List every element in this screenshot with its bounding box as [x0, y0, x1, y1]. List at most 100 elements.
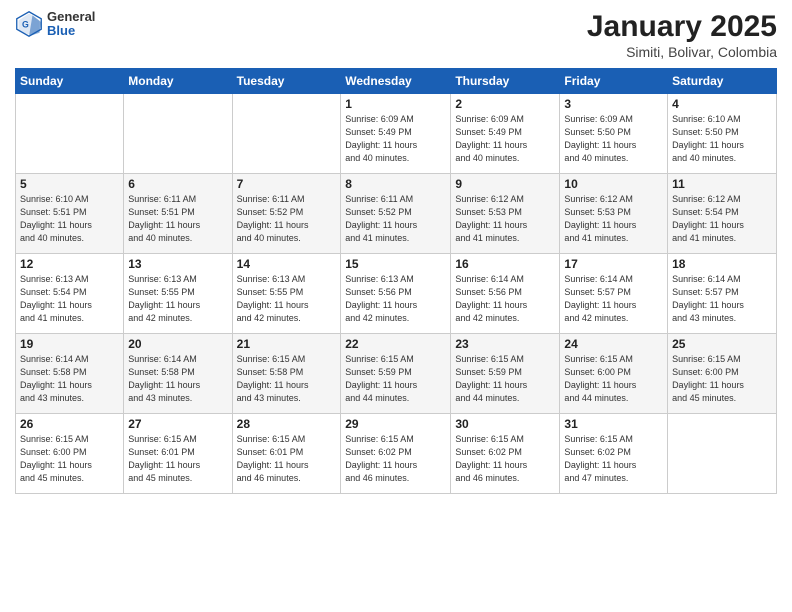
weekday-header: Tuesday [232, 69, 341, 94]
day-number: 26 [20, 417, 119, 431]
day-info: Sunrise: 6:13 AM Sunset: 5:55 PM Dayligh… [128, 273, 227, 325]
header: G General Blue January 2025 Simiti, Boli… [15, 10, 777, 60]
day-number: 12 [20, 257, 119, 271]
day-info: Sunrise: 6:12 AM Sunset: 5:53 PM Dayligh… [564, 193, 663, 245]
calendar-cell: 29 Sunrise: 6:15 AM Sunset: 6:02 PM Dayli… [341, 414, 451, 494]
day-info: Sunrise: 6:13 AM Sunset: 5:54 PM Dayligh… [20, 273, 119, 325]
calendar-cell [124, 94, 232, 174]
calendar-cell: 31 Sunrise: 6:15 AM Sunset: 6:02 PM Dayli… [560, 414, 668, 494]
day-number: 2 [455, 97, 555, 111]
day-info: Sunrise: 6:14 AM Sunset: 5:58 PM Dayligh… [128, 353, 227, 405]
day-info: Sunrise: 6:09 AM Sunset: 5:49 PM Dayligh… [345, 113, 446, 165]
day-info: Sunrise: 6:14 AM Sunset: 5:56 PM Dayligh… [455, 273, 555, 325]
calendar-week-row: 26 Sunrise: 6:15 AM Sunset: 6:00 PM Dayli… [16, 414, 777, 494]
day-number: 6 [128, 177, 227, 191]
weekday-header: Saturday [668, 69, 777, 94]
weekday-header: Wednesday [341, 69, 451, 94]
logo: G General Blue [15, 10, 95, 39]
day-number: 19 [20, 337, 119, 351]
day-number: 31 [564, 417, 663, 431]
day-info: Sunrise: 6:15 AM Sunset: 6:00 PM Dayligh… [20, 433, 119, 485]
day-number: 30 [455, 417, 555, 431]
day-number: 3 [564, 97, 663, 111]
calendar-cell: 25 Sunrise: 6:15 AM Sunset: 6:00 PM Dayli… [668, 334, 777, 414]
title-block: January 2025 Simiti, Bolivar, Colombia [587, 10, 777, 60]
calendar-cell: 21 Sunrise: 6:15 AM Sunset: 5:58 PM Dayli… [232, 334, 341, 414]
calendar-cell: 6Sunrise: 6:11 AM Sunset: 5:51 PM Daylig… [124, 174, 232, 254]
day-number: 1 [345, 97, 446, 111]
day-number: 24 [564, 337, 663, 351]
calendar-cell [668, 414, 777, 494]
day-info: Sunrise: 6:15 AM Sunset: 6:00 PM Dayligh… [672, 353, 772, 405]
day-info: Sunrise: 6:12 AM Sunset: 5:53 PM Dayligh… [455, 193, 555, 245]
svg-text:G: G [22, 20, 29, 30]
day-info: Sunrise: 6:15 AM Sunset: 6:02 PM Dayligh… [455, 433, 555, 485]
day-info: Sunrise: 6:09 AM Sunset: 5:49 PM Dayligh… [455, 113, 555, 165]
weekday-header: Sunday [16, 69, 124, 94]
calendar-cell: 16 Sunrise: 6:14 AM Sunset: 5:56 PM Dayli… [451, 254, 560, 334]
calendar-cell: 23Sunrise: 6:15 AM Sunset: 5:59 PM Dayli… [451, 334, 560, 414]
page: G General Blue January 2025 Simiti, Boli… [0, 0, 792, 612]
day-info: Sunrise: 6:13 AM Sunset: 5:56 PM Dayligh… [345, 273, 446, 325]
calendar-cell: 10Sunrise: 6:12 AM Sunset: 5:53 PM Dayli… [560, 174, 668, 254]
calendar-cell: 9 Sunrise: 6:12 AM Sunset: 5:53 PM Daylig… [451, 174, 560, 254]
calendar-cell: 22 Sunrise: 6:15 AM Sunset: 5:59 PM Dayli… [341, 334, 451, 414]
day-info: Sunrise: 6:10 AM Sunset: 5:51 PM Dayligh… [20, 193, 119, 245]
day-number: 21 [237, 337, 337, 351]
day-info: Sunrise: 6:15 AM Sunset: 6:02 PM Dayligh… [345, 433, 446, 485]
day-number: 16 [455, 257, 555, 271]
day-info: Sunrise: 6:15 AM Sunset: 6:01 PM Dayligh… [237, 433, 337, 485]
day-number: 29 [345, 417, 446, 431]
calendar-cell: 4Sunrise: 6:10 AM Sunset: 5:50 PM Daylig… [668, 94, 777, 174]
day-info: Sunrise: 6:15 AM Sunset: 5:58 PM Dayligh… [237, 353, 337, 405]
day-info: Sunrise: 6:10 AM Sunset: 5:50 PM Dayligh… [672, 113, 772, 165]
day-info: Sunrise: 6:15 AM Sunset: 5:59 PM Dayligh… [455, 353, 555, 405]
calendar-cell [16, 94, 124, 174]
day-info: Sunrise: 6:11 AM Sunset: 5:52 PM Dayligh… [345, 193, 446, 245]
day-info: Sunrise: 6:15 AM Sunset: 6:00 PM Dayligh… [564, 353, 663, 405]
day-info: Sunrise: 6:15 AM Sunset: 6:02 PM Dayligh… [564, 433, 663, 485]
calendar-cell: 3 Sunrise: 6:09 AM Sunset: 5:50 PM Daylig… [560, 94, 668, 174]
calendar-cell: 8Sunrise: 6:11 AM Sunset: 5:52 PM Daylig… [341, 174, 451, 254]
calendar-cell: 14Sunrise: 6:13 AM Sunset: 5:55 PM Dayli… [232, 254, 341, 334]
location: Simiti, Bolivar, Colombia [587, 44, 777, 60]
day-number: 22 [345, 337, 446, 351]
day-info: Sunrise: 6:15 AM Sunset: 6:01 PM Dayligh… [128, 433, 227, 485]
logo-blue-text: Blue [47, 24, 95, 38]
calendar-cell: 5 Sunrise: 6:10 AM Sunset: 5:51 PM Daylig… [16, 174, 124, 254]
calendar-cell: 28Sunrise: 6:15 AM Sunset: 6:01 PM Dayli… [232, 414, 341, 494]
calendar-cell: 18 Sunrise: 6:14 AM Sunset: 5:57 PM Dayli… [668, 254, 777, 334]
calendar-cell: 15 Sunrise: 6:13 AM Sunset: 5:56 PM Dayli… [341, 254, 451, 334]
day-number: 5 [20, 177, 119, 191]
logo-general-text: General [47, 10, 95, 24]
logo-text: General Blue [47, 10, 95, 39]
calendar-week-row: 5 Sunrise: 6:10 AM Sunset: 5:51 PM Daylig… [16, 174, 777, 254]
calendar-cell: 13Sunrise: 6:13 AM Sunset: 5:55 PM Dayli… [124, 254, 232, 334]
calendar-week-row: 19 Sunrise: 6:14 AM Sunset: 5:58 PM Dayli… [16, 334, 777, 414]
day-info: Sunrise: 6:14 AM Sunset: 5:57 PM Dayligh… [672, 273, 772, 325]
day-info: Sunrise: 6:15 AM Sunset: 5:59 PM Dayligh… [345, 353, 446, 405]
weekday-header: Friday [560, 69, 668, 94]
weekday-header: Monday [124, 69, 232, 94]
calendar-cell: 27 Sunrise: 6:15 AM Sunset: 6:01 PM Dayli… [124, 414, 232, 494]
day-number: 20 [128, 337, 227, 351]
calendar-cell [232, 94, 341, 174]
calendar-cell: 30 Sunrise: 6:15 AM Sunset: 6:02 PM Dayli… [451, 414, 560, 494]
day-number: 14 [237, 257, 337, 271]
day-number: 11 [672, 177, 772, 191]
calendar-cell: 11Sunrise: 6:12 AM Sunset: 5:54 PM Dayli… [668, 174, 777, 254]
calendar-cell: 1 Sunrise: 6:09 AM Sunset: 5:49 PM Daylig… [341, 94, 451, 174]
calendar-cell: 7Sunrise: 6:11 AM Sunset: 5:52 PM Daylig… [232, 174, 341, 254]
day-info: Sunrise: 6:09 AM Sunset: 5:50 PM Dayligh… [564, 113, 663, 165]
calendar: SundayMondayTuesdayWednesdayThursdayFrid… [15, 68, 777, 494]
day-number: 25 [672, 337, 772, 351]
day-number: 27 [128, 417, 227, 431]
calendar-cell: 20 Sunrise: 6:14 AM Sunset: 5:58 PM Dayli… [124, 334, 232, 414]
logo-icon: G [15, 10, 43, 38]
weekday-header-row: SundayMondayTuesdayWednesdayThursdayFrid… [16, 69, 777, 94]
month-title: January 2025 [587, 10, 777, 44]
calendar-cell: 17Sunrise: 6:14 AM Sunset: 5:57 PM Dayli… [560, 254, 668, 334]
day-number: 15 [345, 257, 446, 271]
day-number: 9 [455, 177, 555, 191]
day-number: 18 [672, 257, 772, 271]
